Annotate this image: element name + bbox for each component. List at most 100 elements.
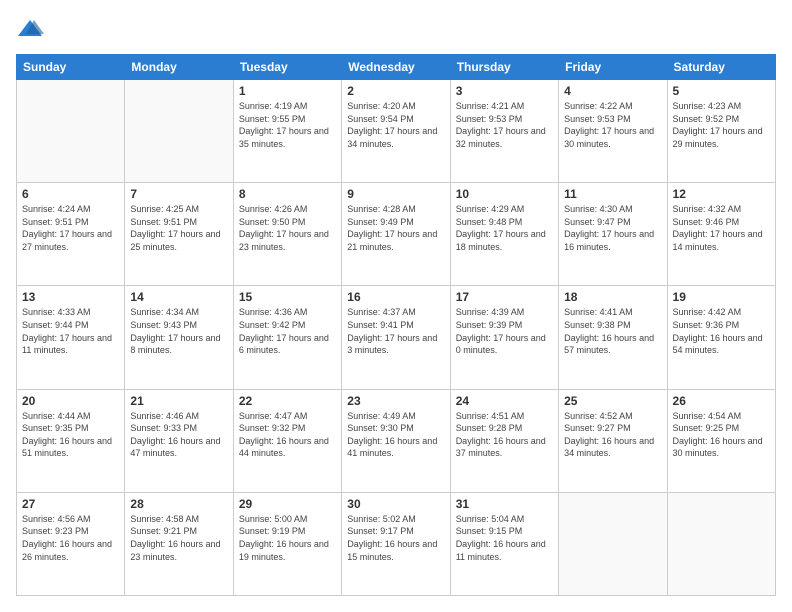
calendar-week-row: 20 Sunrise: 4:44 AM Sunset: 9:35 PM Dayli…: [17, 389, 776, 492]
day-info: Sunrise: 4:58 AM Sunset: 9:21 PM Dayligh…: [130, 513, 227, 563]
logo: [16, 16, 48, 44]
calendar-header-row: SundayMondayTuesdayWednesdayThursdayFrid…: [17, 55, 776, 80]
day-info: Sunrise: 5:00 AM Sunset: 9:19 PM Dayligh…: [239, 513, 336, 563]
calendar-week-row: 6Sunrise: 4:24 AM Sunset: 9:51 PM Daylig…: [17, 183, 776, 286]
day-info: Sunrise: 4:21 AM Sunset: 9:53 PM Dayligh…: [456, 100, 553, 150]
day-info: Sunrise: 4:52 AM Sunset: 9:27 PM Dayligh…: [564, 410, 661, 460]
day-number: 2: [347, 84, 444, 98]
calendar-week-row: 1 Sunrise: 4:19 AM Sunset: 9:55 PM Daylig…: [17, 80, 776, 183]
day-number: 13: [22, 290, 119, 304]
day-number: 30: [347, 497, 444, 511]
calendar-cell: 30 Sunrise: 5:02 AM Sunset: 9:17 PM Dayli…: [342, 492, 450, 595]
calendar-day-header: Wednesday: [342, 55, 450, 80]
calendar-day-header: Friday: [559, 55, 667, 80]
day-number: 17: [456, 290, 553, 304]
calendar-cell: 11 Sunrise: 4:30 AM Sunset: 9:47 PM Dayli…: [559, 183, 667, 286]
calendar-cell: 10 Sunrise: 4:29 AM Sunset: 9:48 PM Dayli…: [450, 183, 558, 286]
day-info: Sunrise: 4:29 AM Sunset: 9:48 PM Dayligh…: [456, 203, 553, 253]
calendar-cell: 9 Sunrise: 4:28 AM Sunset: 9:49 PM Daylig…: [342, 183, 450, 286]
day-number: 12: [673, 187, 770, 201]
day-number: 8: [239, 187, 336, 201]
day-number: 31: [456, 497, 553, 511]
calendar-cell: [667, 492, 775, 595]
day-info: Sunrise: 4:44 AM Sunset: 9:35 PM Dayligh…: [22, 410, 119, 460]
calendar-cell: [125, 80, 233, 183]
calendar-cell: 23Sunrise: 4:49 AM Sunset: 9:30 PM Dayli…: [342, 389, 450, 492]
calendar-cell: 1 Sunrise: 4:19 AM Sunset: 9:55 PM Daylig…: [233, 80, 341, 183]
day-info: Sunrise: 4:36 AM Sunset: 9:42 PM Dayligh…: [239, 306, 336, 356]
day-info: Sunrise: 4:23 AM Sunset: 9:52 PM Dayligh…: [673, 100, 770, 150]
day-number: 1: [239, 84, 336, 98]
day-number: 5: [673, 84, 770, 98]
calendar-cell: 22 Sunrise: 4:47 AM Sunset: 9:32 PM Dayli…: [233, 389, 341, 492]
day-info: Sunrise: 4:34 AM Sunset: 9:43 PM Dayligh…: [130, 306, 227, 356]
day-number: 14: [130, 290, 227, 304]
calendar-cell: 8 Sunrise: 4:26 AM Sunset: 9:50 PM Daylig…: [233, 183, 341, 286]
calendar-cell: 25 Sunrise: 4:52 AM Sunset: 9:27 PM Dayli…: [559, 389, 667, 492]
day-number: 10: [456, 187, 553, 201]
day-number: 28: [130, 497, 227, 511]
day-info: Sunrise: 4:30 AM Sunset: 9:47 PM Dayligh…: [564, 203, 661, 253]
day-number: 29: [239, 497, 336, 511]
calendar-cell: 24 Sunrise: 4:51 AM Sunset: 9:28 PM Dayli…: [450, 389, 558, 492]
day-number: 3: [456, 84, 553, 98]
day-number: 24: [456, 394, 553, 408]
calendar-cell: 20 Sunrise: 4:44 AM Sunset: 9:35 PM Dayli…: [17, 389, 125, 492]
day-info: Sunrise: 4:39 AM Sunset: 9:39 PM Dayligh…: [456, 306, 553, 356]
day-number: 4: [564, 84, 661, 98]
calendar-table: SundayMondayTuesdayWednesdayThursdayFrid…: [16, 54, 776, 596]
day-number: 18: [564, 290, 661, 304]
calendar-cell: 19 Sunrise: 4:42 AM Sunset: 9:36 PM Dayli…: [667, 286, 775, 389]
calendar-cell: 12 Sunrise: 4:32 AM Sunset: 9:46 PM Dayli…: [667, 183, 775, 286]
day-number: 20: [22, 394, 119, 408]
calendar-day-header: Sunday: [17, 55, 125, 80]
day-number: 25: [564, 394, 661, 408]
day-info: Sunrise: 4:42 AM Sunset: 9:36 PM Dayligh…: [673, 306, 770, 356]
calendar-cell: 6Sunrise: 4:24 AM Sunset: 9:51 PM Daylig…: [17, 183, 125, 286]
day-info: Sunrise: 4:19 AM Sunset: 9:55 PM Dayligh…: [239, 100, 336, 150]
day-info: Sunrise: 4:49 AM Sunset: 9:30 PM Dayligh…: [347, 410, 444, 460]
calendar-cell: 27 Sunrise: 4:56 AM Sunset: 9:23 PM Dayli…: [17, 492, 125, 595]
calendar-day-header: Saturday: [667, 55, 775, 80]
day-info: Sunrise: 4:46 AM Sunset: 9:33 PM Dayligh…: [130, 410, 227, 460]
day-number: 19: [673, 290, 770, 304]
header: [16, 16, 776, 44]
calendar-cell: 4 Sunrise: 4:22 AM Sunset: 9:53 PM Daylig…: [559, 80, 667, 183]
calendar-cell: 26Sunrise: 4:54 AM Sunset: 9:25 PM Dayli…: [667, 389, 775, 492]
day-info: Sunrise: 4:22 AM Sunset: 9:53 PM Dayligh…: [564, 100, 661, 150]
day-info: Sunrise: 5:02 AM Sunset: 9:17 PM Dayligh…: [347, 513, 444, 563]
calendar-day-header: Tuesday: [233, 55, 341, 80]
day-info: Sunrise: 4:56 AM Sunset: 9:23 PM Dayligh…: [22, 513, 119, 563]
day-number: 21: [130, 394, 227, 408]
day-number: 9: [347, 187, 444, 201]
day-number: 26: [673, 394, 770, 408]
calendar-cell: 15Sunrise: 4:36 AM Sunset: 9:42 PM Dayli…: [233, 286, 341, 389]
day-info: Sunrise: 4:25 AM Sunset: 9:51 PM Dayligh…: [130, 203, 227, 253]
day-info: Sunrise: 4:41 AM Sunset: 9:38 PM Dayligh…: [564, 306, 661, 356]
day-info: Sunrise: 4:33 AM Sunset: 9:44 PM Dayligh…: [22, 306, 119, 356]
day-number: 22: [239, 394, 336, 408]
calendar-cell: 16Sunrise: 4:37 AM Sunset: 9:41 PM Dayli…: [342, 286, 450, 389]
day-number: 11: [564, 187, 661, 201]
calendar-cell: 14 Sunrise: 4:34 AM Sunset: 9:43 PM Dayli…: [125, 286, 233, 389]
calendar-cell: 21 Sunrise: 4:46 AM Sunset: 9:33 PM Dayli…: [125, 389, 233, 492]
day-info: Sunrise: 4:32 AM Sunset: 9:46 PM Dayligh…: [673, 203, 770, 253]
calendar-cell: [559, 492, 667, 595]
calendar-cell: 7Sunrise: 4:25 AM Sunset: 9:51 PM Daylig…: [125, 183, 233, 286]
day-info: Sunrise: 4:37 AM Sunset: 9:41 PM Dayligh…: [347, 306, 444, 356]
day-info: Sunrise: 5:04 AM Sunset: 9:15 PM Dayligh…: [456, 513, 553, 563]
day-info: Sunrise: 4:26 AM Sunset: 9:50 PM Dayligh…: [239, 203, 336, 253]
calendar-cell: 28 Sunrise: 4:58 AM Sunset: 9:21 PM Dayli…: [125, 492, 233, 595]
day-info: Sunrise: 4:51 AM Sunset: 9:28 PM Dayligh…: [456, 410, 553, 460]
calendar-week-row: 27 Sunrise: 4:56 AM Sunset: 9:23 PM Dayli…: [17, 492, 776, 595]
day-number: 27: [22, 497, 119, 511]
calendar-cell: 2 Sunrise: 4:20 AM Sunset: 9:54 PM Daylig…: [342, 80, 450, 183]
calendar-cell: 5 Sunrise: 4:23 AM Sunset: 9:52 PM Daylig…: [667, 80, 775, 183]
calendar-week-row: 13 Sunrise: 4:33 AM Sunset: 9:44 PM Dayli…: [17, 286, 776, 389]
day-info: Sunrise: 4:24 AM Sunset: 9:51 PM Dayligh…: [22, 203, 119, 253]
calendar-cell: 18 Sunrise: 4:41 AM Sunset: 9:38 PM Dayli…: [559, 286, 667, 389]
page: SundayMondayTuesdayWednesdayThursdayFrid…: [0, 0, 792, 612]
day-info: Sunrise: 4:28 AM Sunset: 9:49 PM Dayligh…: [347, 203, 444, 253]
day-info: Sunrise: 4:47 AM Sunset: 9:32 PM Dayligh…: [239, 410, 336, 460]
day-info: Sunrise: 4:20 AM Sunset: 9:54 PM Dayligh…: [347, 100, 444, 150]
